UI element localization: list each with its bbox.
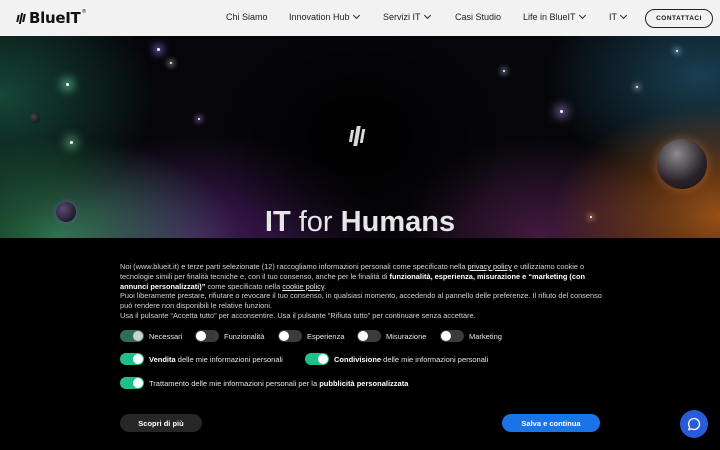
star-icon [676,50,678,52]
cookie-paragraph-1: Noi (www.blueit.it) e terze parti selezi… [120,262,586,291]
star-icon [560,110,563,113]
blueit-logo[interactable]: BlueIT® [16,9,87,27]
contact-button[interactable]: CONTATTACI [645,9,713,28]
cookie-banner: Noi (www.blueit.it) e terze parti selezi… [0,238,720,450]
cookie-paragraph-3: Usa il pulsante “Accetta tutto” per acco… [120,310,476,320]
chat-button[interactable] [680,410,708,438]
toggle-funzionalita[interactable]: Funzionalità [195,330,264,342]
nav-life-in-blueit[interactable]: Life in BlueIT [523,11,586,22]
nav-language[interactable]: IT [609,11,628,22]
chevron-down-icon [578,11,586,20]
star-icon [157,48,160,51]
toggle-vendita[interactable]: Vendita delle mie informazioni personali [120,353,283,365]
toggle-condivisione[interactable]: Condivisione delle mie informazioni pers… [305,353,488,365]
hero-title: IT for Humans [264,206,456,238]
switch-toggle[interactable] [120,377,144,389]
cookie-policy-link[interactable]: cookie policy [282,282,324,291]
star-icon [636,86,638,88]
nav-casi-studio[interactable]: Casi Studio [455,12,501,22]
switch-toggle[interactable] [305,353,329,365]
toggle-necessari[interactable]: Necessari [120,330,182,342]
nav-chi-siamo[interactable]: Chi Siamo [226,12,268,22]
chevron-down-icon [352,11,360,20]
cookie-paragraph-2: Puoi liberamente prestare, rifiutare o r… [120,291,602,311]
switch-toggle[interactable] [195,330,219,342]
planet-icon [657,139,707,189]
toggle-pubblicita[interactable]: Trattamento delle mie informazioni perso… [120,377,408,389]
chat-bubble-icon [687,417,701,431]
switch-toggle[interactable] [440,330,464,342]
planet-icon [30,113,40,123]
switch-toggle[interactable] [357,330,381,342]
blueit-mark-icon [348,126,366,146]
nav-servizi-it[interactable]: Servizi IT [383,11,431,22]
switch-toggle[interactable] [278,330,302,342]
cookie-notice-text: Noi (www.blueit.it) e terze parti selezi… [120,262,605,321]
switch-toggle[interactable] [120,330,144,342]
chevron-down-icon [619,11,628,20]
switch-toggle[interactable] [120,353,144,365]
star-icon [66,83,69,86]
nav-innovation-hub[interactable]: Innovation Hub [289,11,360,22]
toggle-marketing[interactable]: Marketing [440,330,502,342]
learn-more-button[interactable]: Scopri di più [120,414,202,432]
toggle-esperienza[interactable]: Esperienza [278,330,345,342]
logo-mark-icon [16,12,26,24]
privacy-policy-link[interactable]: privacy policy [468,262,512,271]
chevron-down-icon [423,11,431,20]
star-icon [503,70,505,72]
star-icon [70,141,73,144]
save-and-continue-button[interactable]: Salva e continua [502,414,600,432]
star-icon [198,118,200,120]
star-icon [170,62,172,64]
toggle-misurazione[interactable]: Misurazione [357,330,426,342]
site-header: BlueIT® Chi Siamo Innovation Hub Servizi… [0,0,720,36]
hero-section: IT for Humans [0,36,720,238]
logo-text: BlueIT® [29,9,87,27]
